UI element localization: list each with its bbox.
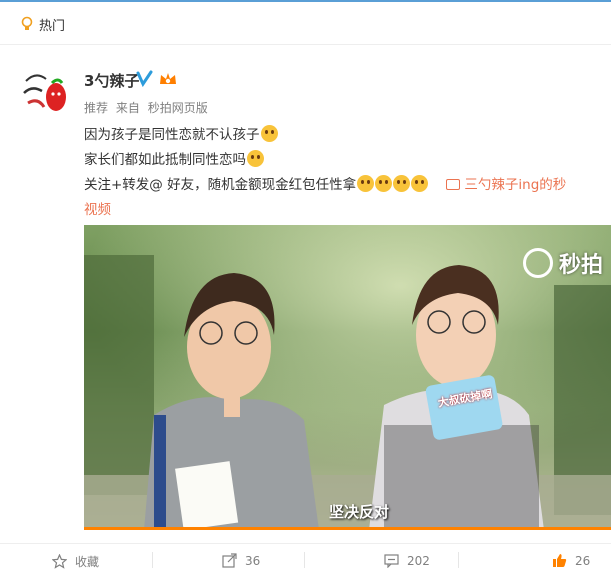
- like-count: 26: [575, 554, 591, 568]
- drool-emoji-icon: [375, 175, 393, 192]
- video-link-icon: [446, 179, 461, 190]
- repost-icon: [222, 553, 237, 568]
- laugh-emoji-icon: [411, 175, 429, 192]
- repost-button[interactable]: 36: [222, 553, 260, 568]
- member-crown-icon[interactable]: [158, 70, 178, 87]
- video-watermark: 秒拍: [522, 247, 603, 279]
- video-caption: 坚决反对: [329, 503, 390, 521]
- drool-emoji-icon: [357, 175, 375, 192]
- section-label: 热门: [39, 19, 66, 34]
- post-text-line-1: 因为孩子是同性恋就不认孩子: [84, 123, 278, 143]
- video-player[interactable]: 秒拍 大叔砍掉啊 坚决反对: [84, 225, 611, 530]
- comment-icon: [384, 554, 399, 569]
- post-username[interactable]: 3勺辣子: [84, 70, 139, 91]
- favorite-button[interactable]: 收藏: [51, 553, 100, 570]
- divider: [458, 552, 459, 568]
- meta-source-link[interactable]: 秒拍网页版: [148, 101, 208, 115]
- video-link-cont[interactable]: 视频: [84, 198, 111, 218]
- post-text: 因为孩子是同性恋就不认孩子: [84, 127, 260, 143]
- divider: [304, 552, 305, 568]
- verified-v-icon: [136, 70, 153, 87]
- surprised-emoji-icon: [247, 150, 264, 167]
- section-header: 热门: [0, 2, 611, 45]
- lightbulb-icon: [21, 16, 33, 30]
- post-meta: 推荐 来自 秒拍网页版: [84, 99, 212, 116]
- post-text: 家长们都如此抵制同性恋吗: [84, 152, 246, 168]
- video-link[interactable]: 三勺辣子ing的秒: [464, 177, 566, 193]
- meta-recommend: 推荐: [84, 101, 109, 115]
- thumbs-up-icon: [553, 554, 567, 567]
- comment-button[interactable]: 202: [384, 553, 430, 569]
- watermark-text: 秒拍: [558, 253, 603, 278]
- post-text-line-3: 关注+转发@ 好友，随机金额现金红包任性拿 三勺辣子ing的秒: [84, 173, 566, 193]
- surprised-emoji-icon: [260, 125, 278, 142]
- repost-count: 36: [245, 554, 261, 568]
- avatar[interactable]: [18, 63, 70, 118]
- action-bar: 收藏 36 202 26: [0, 543, 611, 571]
- meta-from: 来自: [115, 101, 140, 115]
- star-icon: [51, 553, 68, 569]
- play-circle-icon: [522, 248, 553, 278]
- favorite-label: 收藏: [75, 555, 100, 569]
- comment-count: 202: [407, 554, 430, 568]
- like-button[interactable]: 26: [552, 553, 590, 568]
- laugh-emoji-icon: [393, 175, 411, 192]
- video-progress-bar: [84, 527, 611, 530]
- post-text: 关注+转发@ 好友，随机金额现金红包任性拿: [84, 177, 357, 193]
- post-text-line-2: 家长们都如此抵制同性恋吗: [84, 148, 264, 168]
- divider: [152, 552, 153, 568]
